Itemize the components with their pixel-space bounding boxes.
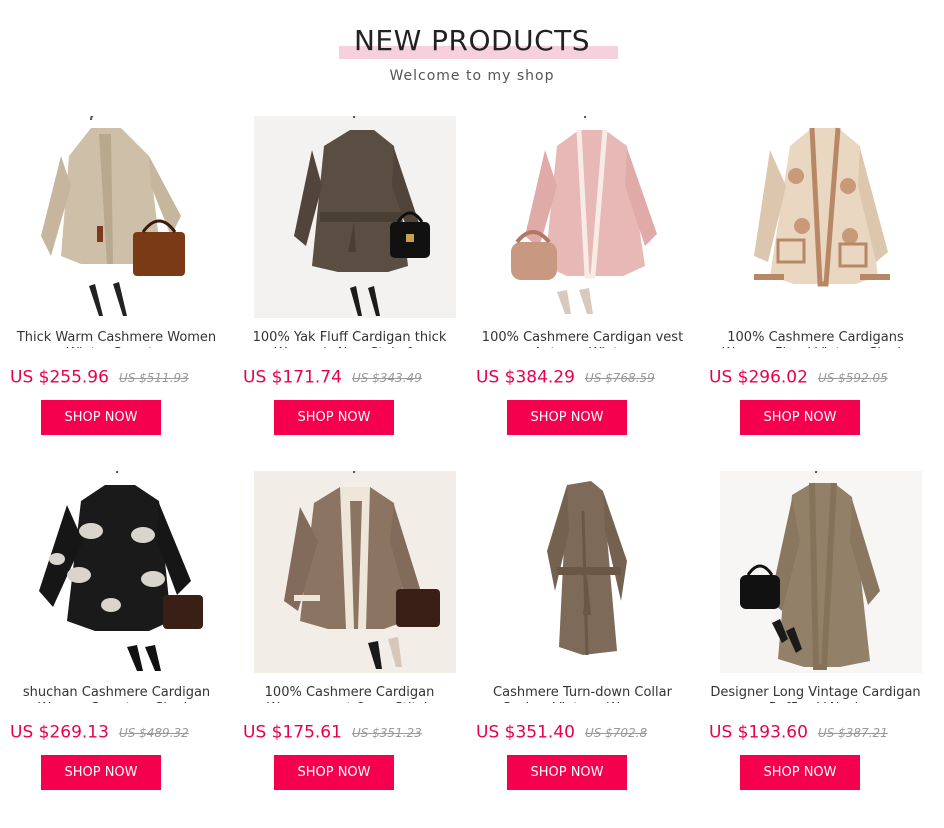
original-price: US $592.05 <box>817 370 888 385</box>
product-name[interactable]: 100% Cashmere Cardigan Women, vest Open … <box>243 685 456 703</box>
current-price: US $296.02 <box>709 367 808 388</box>
brown-belted-cardigan-photo[interactable] <box>254 116 456 318</box>
current-price: US $193.60 <box>709 722 808 743</box>
price-row: US $175.61 US $351.23 <box>243 722 466 748</box>
shop-now-button[interactable]: SHOP NOW <box>41 755 161 790</box>
product-card[interactable]: 100% Yak Fluff Cardigan thick Women's Ne… <box>233 116 466 446</box>
shop-now-button[interactable]: SHOP NOW <box>274 755 394 790</box>
long-khaki-cardigan-photo[interactable] <box>720 471 922 673</box>
product-name[interactable]: Designer Long Vintage Cardigan Ruffles V… <box>709 685 922 703</box>
original-price: US $702.8 <box>584 725 648 740</box>
product-card[interactable]: 100% Cashmere Cardigans Women Floral Vin… <box>699 116 932 446</box>
price-row: US $269.13 US $489.32 <box>10 722 233 748</box>
current-price: US $175.61 <box>243 722 342 743</box>
current-price: US $171.74 <box>243 367 342 388</box>
price-row: US $171.74 US $343.49 <box>243 367 466 393</box>
current-price: US $351.40 <box>476 722 575 743</box>
product-name[interactable]: Thick Warm Cashmere Women Winter Sweater <box>10 330 223 348</box>
product-card[interactable]: 100% Cashmere Cardigan Women, vest Open … <box>233 471 466 801</box>
beige-cable-cardigan-photo[interactable] <box>21 116 223 318</box>
product-name[interactable]: Cashmere Turn-down Collar Sashes Vintage… <box>476 685 689 703</box>
current-price: US $384.29 <box>476 367 575 388</box>
current-price: US $269.13 <box>10 722 109 743</box>
product-card[interactable]: 100% Cashmere Cardigan vest Autumn Winte… <box>466 116 699 446</box>
floral-cardigan-photo[interactable] <box>720 116 922 318</box>
product-name[interactable]: shuchan Cashmere Cardigan Woman Sweaters… <box>10 685 223 703</box>
product-name[interactable]: 100% Yak Fluff Cardigan thick Women's Ne… <box>243 330 456 348</box>
original-price: US $343.49 <box>351 370 422 385</box>
product-name[interactable]: 100% Cashmere Cardigans Women Floral Vin… <box>709 330 922 348</box>
section-subtitle: Welcome to my shop <box>389 68 555 84</box>
product-card[interactable]: Cashmere Turn-down Collar Sashes Vintage… <box>466 471 699 801</box>
pink-cardigan-photo[interactable] <box>487 116 689 318</box>
original-price: US $489.32 <box>118 725 189 740</box>
shop-now-button[interactable]: SHOP NOW <box>274 400 394 435</box>
original-price: US $768.59 <box>584 370 655 385</box>
section-title: NEW PRODUCTS <box>353 24 591 57</box>
price-row: US $255.96 US $511.93 <box>10 367 233 393</box>
shop-now-button[interactable]: SHOP NOW <box>740 400 860 435</box>
black-pattern-cardigan-photo[interactable] <box>21 471 223 673</box>
shop-now-button[interactable]: SHOP NOW <box>740 755 860 790</box>
price-row: US $351.40 US $702.8 <box>476 722 699 748</box>
shop-now-button[interactable]: SHOP NOW <box>507 755 627 790</box>
original-price: US $511.93 <box>118 370 189 385</box>
product-card[interactable]: Designer Long Vintage Cardigan Ruffles V… <box>699 471 932 801</box>
original-price: US $351.23 <box>351 725 422 740</box>
section-header: NEW PRODUCTS Welcome to my shop <box>0 0 944 100</box>
price-row: US $193.60 US $387.21 <box>709 722 932 748</box>
original-price: US $387.21 <box>817 725 888 740</box>
taupe-open-cardigan-photo[interactable] <box>254 471 456 673</box>
shop-now-button[interactable]: SHOP NOW <box>507 400 627 435</box>
long-belted-coat-photo[interactable] <box>487 471 689 673</box>
product-name[interactable]: 100% Cashmere Cardigan vest Autumn Winte… <box>476 330 689 348</box>
price-row: US $384.29 US $768.59 <box>476 367 699 393</box>
price-row: US $296.02 US $592.05 <box>709 367 932 393</box>
product-card[interactable]: Thick Warm Cashmere Women Winter Sweater… <box>0 116 233 446</box>
current-price: US $255.96 <box>10 367 109 388</box>
shop-now-button[interactable]: SHOP NOW <box>41 400 161 435</box>
product-card[interactable]: shuchan Cashmere Cardigan Woman Sweaters… <box>0 471 233 801</box>
